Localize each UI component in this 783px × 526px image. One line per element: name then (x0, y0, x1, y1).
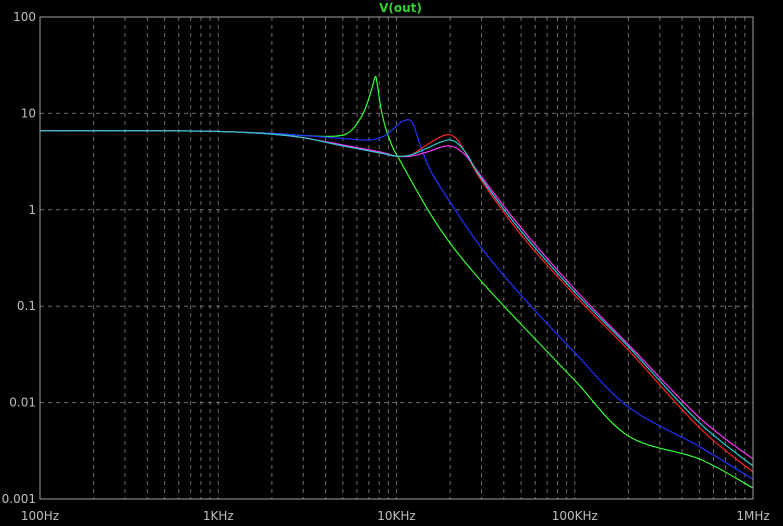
x-tick-label: 100KHz (552, 509, 598, 523)
y-tick-label: 10 (21, 106, 36, 120)
plot-background (0, 0, 783, 526)
chart-title: V(out) (379, 1, 422, 15)
x-tick-label: 10KHz (377, 509, 415, 523)
x-tick-label: 1MHz (736, 509, 769, 523)
bode-plot: 100Hz 1KHz 10KHz 100KHz 1MHz 100 10 1 0.1 0.01 0.0… (0, 0, 783, 526)
x-tick-label: 100Hz (21, 509, 59, 523)
y-tick-label: 100 (13, 10, 36, 24)
y-tick-label: 1 (28, 203, 36, 217)
y-tick-label: 0.001 (2, 492, 36, 506)
x-tick-label: 1KHz (203, 509, 234, 523)
y-tick-label: 0.01 (9, 396, 36, 410)
y-tick-label: 0.1 (17, 299, 36, 313)
